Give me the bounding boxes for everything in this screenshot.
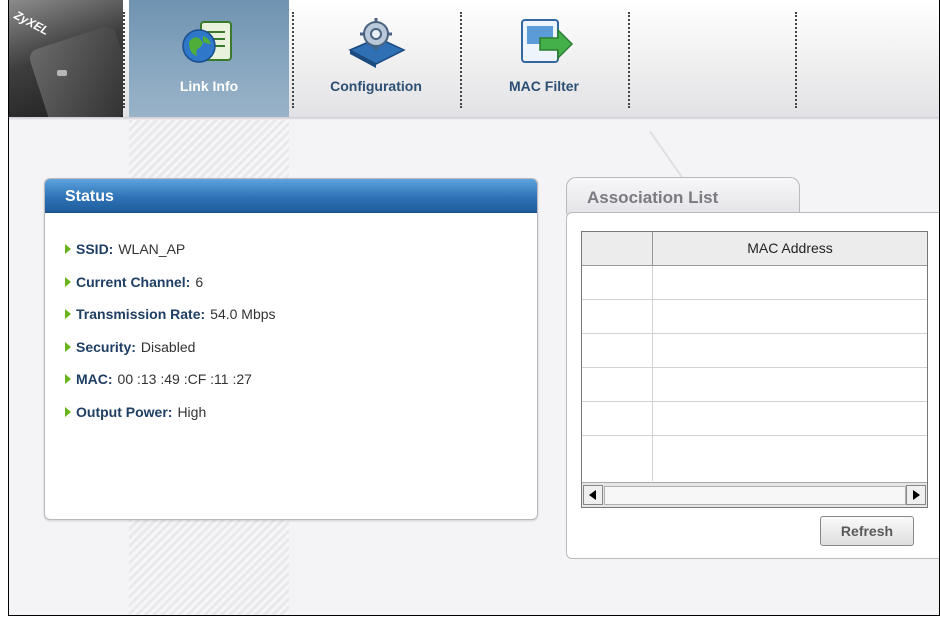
status-label: Security: bbox=[76, 338, 136, 355]
arrow-screen-icon bbox=[521, 19, 574, 63]
top-navigation: ZyXEL Link Info Configuration MAC Filter bbox=[9, 0, 939, 117]
arrow-left-icon bbox=[589, 490, 596, 500]
brand-logo-text: ZyXEL bbox=[11, 8, 52, 38]
bullet-arrow-icon bbox=[65, 276, 71, 287]
status-label: Current Channel: bbox=[76, 273, 191, 290]
table-row[interactable] bbox=[582, 368, 927, 402]
tab-configuration-label: Configuration bbox=[330, 78, 422, 94]
globe-document-icon bbox=[182, 21, 232, 63]
status-panel: Status SSID: WLAN_AP Current Channel: 6 Tr… bbox=[44, 178, 538, 520]
nav-separator bbox=[795, 12, 797, 108]
tab-link-info[interactable]: Link Info bbox=[129, 0, 289, 117]
status-row-channel: Current Channel: 6 bbox=[65, 274, 276, 307]
nav-separator bbox=[123, 12, 125, 108]
status-list: SSID: WLAN_AP Current Channel: 6 Transmiss… bbox=[65, 241, 276, 436]
association-list-panel: MAC Address Refresh bbox=[566, 212, 939, 559]
status-label: SSID: bbox=[76, 241, 114, 257]
table-cell bbox=[582, 266, 653, 299]
table-row[interactable] bbox=[582, 266, 927, 300]
arrow-right-icon bbox=[913, 490, 920, 500]
status-value: 54.0 Mbps bbox=[210, 306, 276, 322]
association-list-title: Association List bbox=[587, 188, 719, 207]
device-logo: ZyXEL bbox=[9, 0, 123, 117]
status-row-ssid: SSID: WLAN_AP bbox=[65, 241, 276, 274]
status-value: Disabled bbox=[140, 338, 196, 355]
status-panel-title: Status bbox=[65, 188, 114, 205]
device-led bbox=[57, 70, 67, 76]
bullet-arrow-icon bbox=[65, 406, 71, 417]
status-label: Transmission Rate: bbox=[76, 306, 206, 322]
column-header-index bbox=[582, 232, 653, 265]
app-window: ZyXEL Link Info Configuration MAC Filter… bbox=[8, 0, 940, 616]
table-cell bbox=[582, 402, 653, 435]
bullet-arrow-icon bbox=[65, 374, 71, 385]
status-value: High bbox=[177, 403, 207, 420]
scrollbar-thumb[interactable] bbox=[604, 486, 906, 505]
status-panel-header bbox=[45, 179, 537, 213]
tab-configuration[interactable]: Configuration bbox=[296, 0, 456, 117]
column-header-mac-address: MAC Address bbox=[747, 240, 833, 256]
status-label: Output Power: bbox=[76, 403, 173, 420]
status-label: MAC: bbox=[76, 371, 113, 387]
table-row[interactable] bbox=[582, 436, 927, 481]
table-row[interactable] bbox=[582, 300, 927, 334]
tab-mac-filter[interactable]: MAC Filter bbox=[464, 0, 624, 117]
table-cell bbox=[582, 436, 653, 481]
gear-device-icon bbox=[348, 18, 406, 68]
tab-link-info-label: Link Info bbox=[179, 78, 239, 94]
bullet-arrow-icon bbox=[65, 309, 71, 320]
table-cell bbox=[582, 368, 653, 401]
bullet-arrow-icon bbox=[65, 244, 71, 255]
status-row-output-power: Output Power: High bbox=[65, 404, 276, 437]
table-row[interactable] bbox=[582, 402, 927, 436]
nav-separator bbox=[292, 12, 294, 108]
table-cell bbox=[582, 334, 653, 367]
table-cell bbox=[582, 300, 653, 333]
scroll-left-button[interactable] bbox=[583, 485, 603, 505]
status-value: WLAN_AP bbox=[118, 241, 186, 257]
table-header: MAC Address bbox=[582, 232, 927, 266]
association-table[interactable]: MAC Address bbox=[581, 231, 928, 508]
scroll-right-button[interactable] bbox=[906, 485, 926, 505]
association-list-tab: Association List bbox=[566, 177, 800, 214]
status-row-rate: Transmission Rate: 54.0 Mbps bbox=[65, 306, 276, 339]
device-image bbox=[27, 24, 123, 117]
bullet-arrow-icon bbox=[65, 341, 71, 352]
table-row[interactable] bbox=[582, 334, 927, 368]
horizontal-scrollbar[interactable] bbox=[582, 482, 927, 507]
refresh-button[interactable]: Refresh bbox=[820, 516, 914, 546]
tab-mac-filter-label: MAC Filter bbox=[509, 78, 579, 94]
nav-separator bbox=[460, 12, 462, 108]
nav-separator bbox=[628, 12, 630, 108]
status-value: 00 :13 :49 :CF :11 :27 bbox=[117, 371, 252, 387]
status-value: 6 bbox=[195, 273, 204, 290]
status-row-security: Security: Disabled bbox=[65, 339, 276, 372]
status-row-mac: MAC: 00 :13 :49 :CF :11 :27 bbox=[65, 371, 276, 404]
